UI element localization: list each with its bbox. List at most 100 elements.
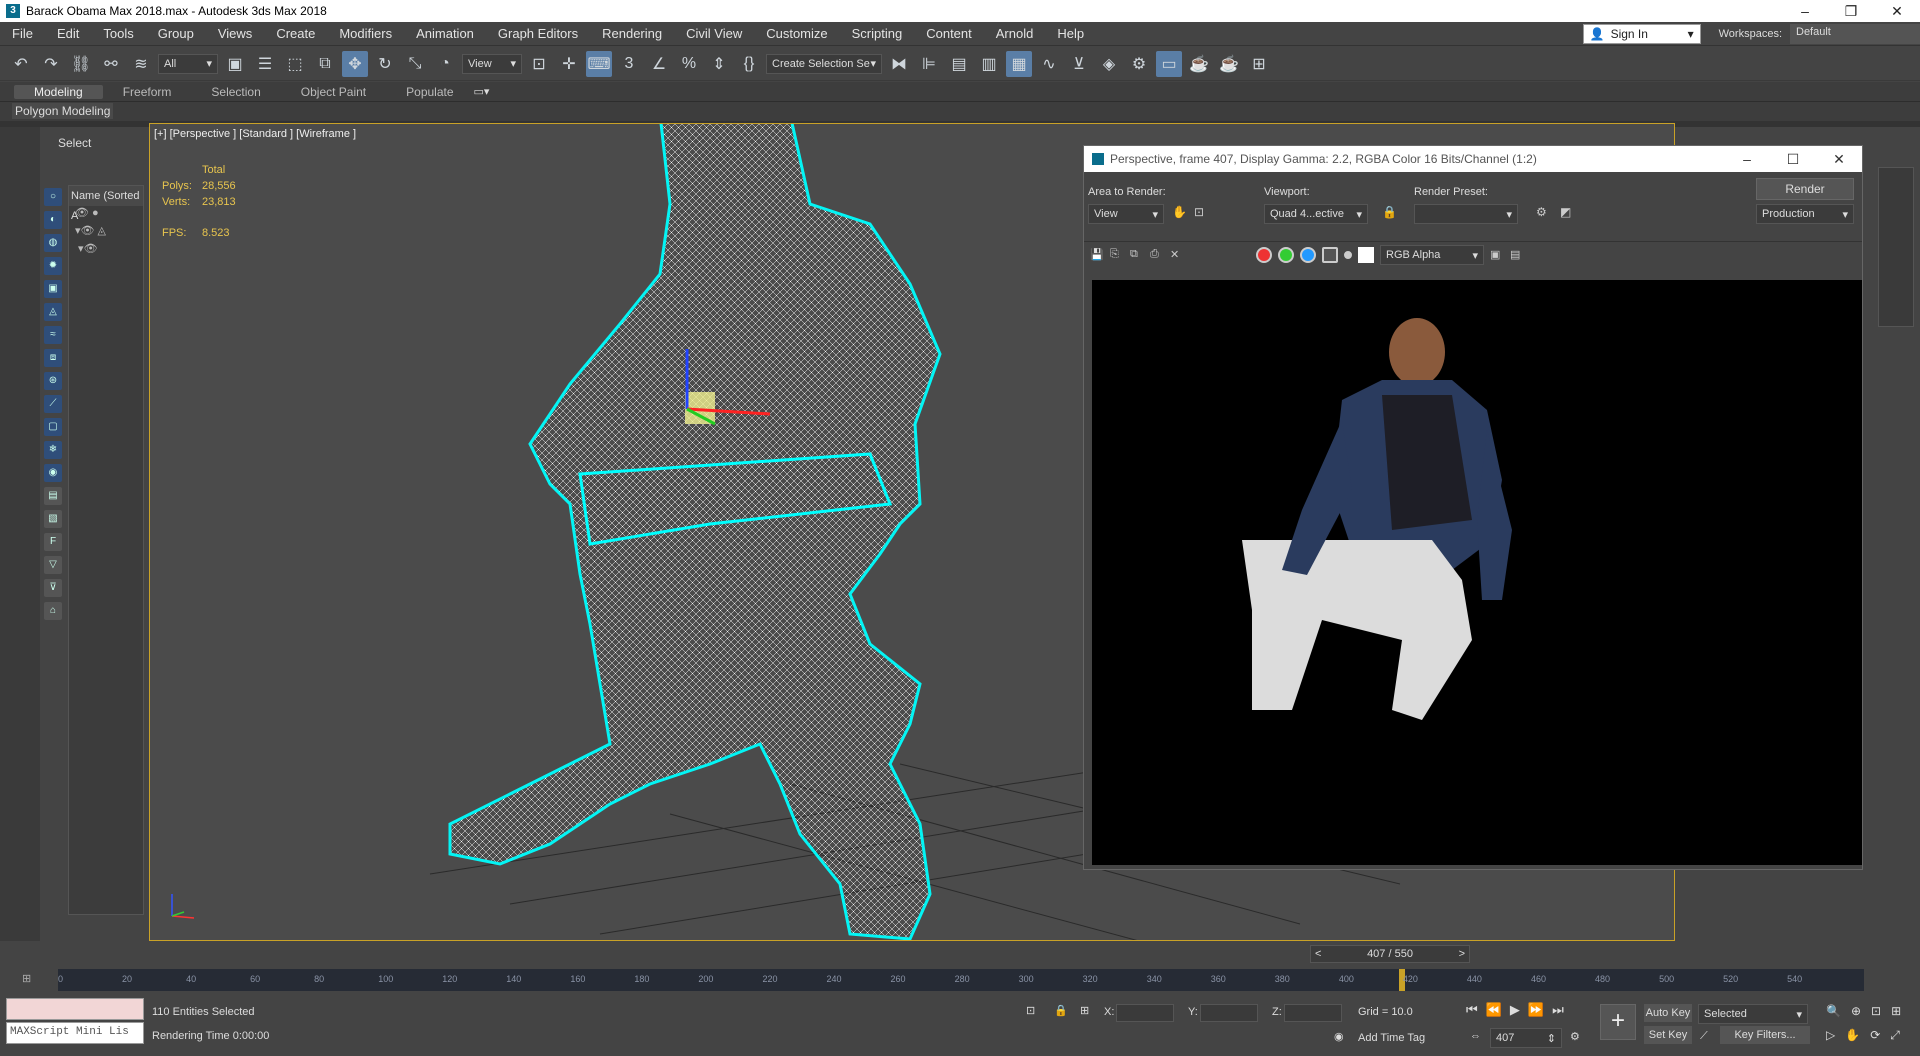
- time-config-icon[interactable]: ⚙: [1570, 1030, 1580, 1043]
- environment-icon[interactable]: ◩: [1560, 205, 1571, 219]
- select-manipulate-icon[interactable]: ✛: [556, 51, 582, 77]
- save-image-icon[interactable]: 💾: [1090, 248, 1104, 262]
- curve-editor-icon[interactable]: ∿: [1036, 51, 1062, 77]
- named-selection-dropdown[interactable]: Create Selection Se ▾: [766, 53, 882, 74]
- display-shapes-icon[interactable]: ◍: [44, 234, 62, 252]
- alpha-channel-icon[interactable]: [1322, 247, 1338, 263]
- time-slider-next[interactable]: >: [1455, 946, 1469, 962]
- key-filters-button[interactable]: Key Filters...: [1720, 1026, 1810, 1044]
- edit-named-selection-icon[interactable]: {}: [736, 51, 762, 77]
- time-slider-prev[interactable]: <: [1311, 946, 1325, 962]
- render-setup-icon[interactable]: ⚙: [1536, 205, 1547, 219]
- render-iterative-icon[interactable]: ☕: [1216, 51, 1242, 77]
- restore-icon[interactable]: ❐: [1828, 3, 1874, 20]
- key-tangent-icon[interactable]: ⟋: [1700, 1030, 1708, 1043]
- display-xrefs-icon[interactable]: ⊛: [44, 372, 62, 390]
- current-frame-spinner[interactable]: 407 ⇕: [1490, 1028, 1562, 1048]
- display-bones-icon[interactable]: ⟋: [44, 395, 62, 413]
- z-coordinate-field[interactable]: [1284, 1004, 1342, 1022]
- close-icon[interactable]: ✕: [1816, 151, 1862, 168]
- align-icon[interactable]: ⊫: [916, 51, 942, 77]
- menu-create[interactable]: Create: [264, 26, 327, 41]
- menu-file[interactable]: File: [0, 26, 45, 41]
- list-item[interactable]: ▾👁: [69, 242, 143, 260]
- polygon-modeling-panel[interactable]: Polygon Modeling: [12, 103, 114, 119]
- viewport-label[interactable]: [+] [Perspective ] [Standard ] [Wirefram…: [154, 128, 356, 140]
- zoom-icon[interactable]: 🔍: [1826, 1004, 1841, 1018]
- render-setup-icon[interactable]: ⚙: [1126, 51, 1152, 77]
- go-to-end-icon[interactable]: ⏭: [1552, 1002, 1564, 1018]
- scene-explorer-icon[interactable]: ▦: [1006, 50, 1032, 77]
- print-icon[interactable]: ⎙: [1150, 248, 1164, 262]
- absolute-mode-icon[interactable]: ⊞: [1080, 1004, 1089, 1017]
- menu-scripting[interactable]: Scripting: [840, 26, 915, 41]
- next-frame-icon[interactable]: ⏩: [1528, 1002, 1544, 1018]
- menu-views[interactable]: Views: [206, 26, 264, 41]
- layer-icon[interactable]: ▧: [44, 510, 62, 528]
- render-button[interactable]: Render: [1756, 178, 1854, 200]
- lock-icon[interactable]: 🔒: [1382, 205, 1397, 219]
- time-tag-icon[interactable]: ◉: [1334, 1030, 1344, 1043]
- zoom-all-icon[interactable]: ⊕: [1851, 1004, 1861, 1018]
- add-time-tag[interactable]: Add Time Tag: [1358, 1032, 1425, 1044]
- menu-tools[interactable]: Tools: [91, 26, 145, 41]
- menu-group[interactable]: Group: [146, 26, 206, 41]
- name-column-header[interactable]: Name (Sorted A: [69, 186, 143, 222]
- select-by-name-icon[interactable]: ☰: [252, 51, 278, 77]
- display-groups-icon[interactable]: ⧈: [44, 349, 62, 367]
- menu-help[interactable]: Help: [1045, 26, 1096, 41]
- menu-animation[interactable]: Animation: [404, 26, 486, 41]
- timeline-track[interactable]: 0 20 40 60 80 100 120 140 160 180 200 220 240 260 280 3…: [58, 969, 1864, 991]
- bind-spacewarp-icon[interactable]: ≋: [128, 51, 154, 77]
- layer-explorer-icon[interactable]: ▤: [946, 51, 972, 77]
- render-production-icon[interactable]: ☕: [1186, 51, 1212, 77]
- minimize-icon[interactable]: –: [1724, 151, 1770, 168]
- undo-icon[interactable]: ↶: [8, 51, 34, 77]
- toggle-ui-icon[interactable]: ▤: [1510, 248, 1524, 262]
- time-slider[interactable]: < 407 / 550 >: [1310, 945, 1470, 963]
- blue-channel-icon[interactable]: [1300, 247, 1316, 263]
- y-coordinate-field[interactable]: [1200, 1004, 1258, 1022]
- display-none-icon[interactable]: ○: [44, 188, 62, 206]
- field-of-view-icon[interactable]: ▷: [1826, 1028, 1835, 1043]
- command-panel-rollout[interactable]: [1878, 167, 1914, 327]
- menu-content[interactable]: Content: [914, 26, 984, 41]
- hierarchy-icon[interactable]: ▤: [44, 487, 62, 505]
- display-cameras-icon[interactable]: ▣: [44, 280, 62, 298]
- display-hidden-icon[interactable]: ◉: [44, 464, 62, 482]
- folder-icon[interactable]: ⌂: [44, 602, 62, 620]
- menu-customize[interactable]: Customize: [754, 26, 839, 41]
- area-to-render-dropdown[interactable]: View ▾: [1088, 204, 1164, 224]
- copy-image-icon[interactable]: ⎘: [1110, 248, 1124, 262]
- tab-object-paint[interactable]: Object Paint: [281, 85, 386, 99]
- zoom-extents-icon[interactable]: ⊡: [1871, 1004, 1881, 1018]
- isolate-icon[interactable]: ⊡: [1026, 1004, 1035, 1017]
- percent-snap-icon[interactable]: %: [676, 51, 702, 77]
- selection-lock-icon[interactable]: 🔒: [1054, 1004, 1068, 1017]
- display-frozen-icon[interactable]: ❄: [44, 441, 62, 459]
- unlink-icon[interactable]: ⚯: [98, 51, 124, 77]
- channel-display-dropdown[interactable]: RGB Alpha ▾: [1380, 245, 1484, 265]
- scale-icon[interactable]: ⤡: [402, 51, 428, 77]
- maximize-viewport-icon[interactable]: ⤢: [1890, 1028, 1900, 1043]
- snaps-toggle-icon[interactable]: 3: [616, 51, 642, 77]
- key-mode-icon[interactable]: ⇔: [1470, 1030, 1481, 1042]
- orbit-icon[interactable]: ⟳: [1870, 1028, 1880, 1043]
- move-icon[interactable]: ✥: [342, 50, 368, 77]
- maxscript-mini-listener[interactable]: MAXScript Mini Lis: [6, 1022, 144, 1044]
- green-channel-icon[interactable]: [1278, 247, 1294, 263]
- tab-freeform[interactable]: Freeform: [103, 85, 192, 99]
- clone-window-icon[interactable]: ⧉: [1130, 248, 1144, 262]
- display-geometry-icon[interactable]: ◐: [44, 211, 62, 229]
- menu-rendering[interactable]: Rendering: [590, 26, 674, 41]
- viewport-dropdown[interactable]: Quad 4...ective ▾: [1264, 204, 1368, 224]
- a360-icon[interactable]: ⊞: [1246, 51, 1272, 77]
- close-icon[interactable]: ✕: [1874, 3, 1920, 20]
- red-channel-icon[interactable]: [1256, 247, 1272, 263]
- selection-filter-dropdown[interactable]: All ▾: [158, 53, 218, 74]
- filter-icon[interactable]: ▽: [44, 556, 62, 574]
- auto-region-icon[interactable]: ⊡: [1194, 205, 1204, 219]
- rect-region-icon[interactable]: ⬚: [282, 51, 308, 77]
- background-color-swatch[interactable]: [1358, 247, 1374, 263]
- menu-arnold[interactable]: Arnold: [984, 26, 1046, 41]
